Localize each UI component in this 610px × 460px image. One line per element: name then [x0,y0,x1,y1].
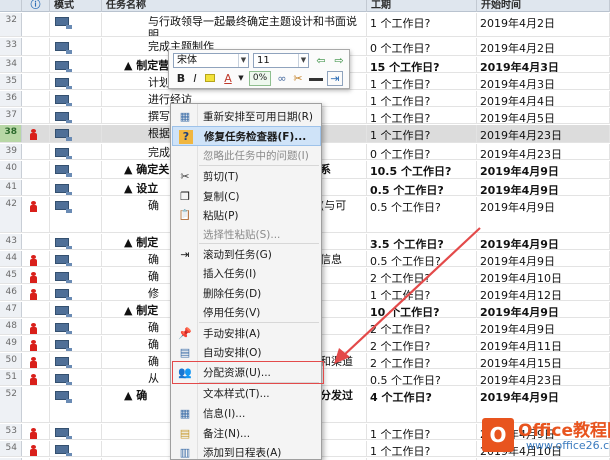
watermark: O Office教程网 www.office26.com [482,412,610,460]
annotation-arrow [334,227,481,364]
watermark-brand: Office教程网 [518,421,610,441]
office-logo-icon: O [482,418,514,452]
watermark-url: www.office26.com [526,439,610,452]
